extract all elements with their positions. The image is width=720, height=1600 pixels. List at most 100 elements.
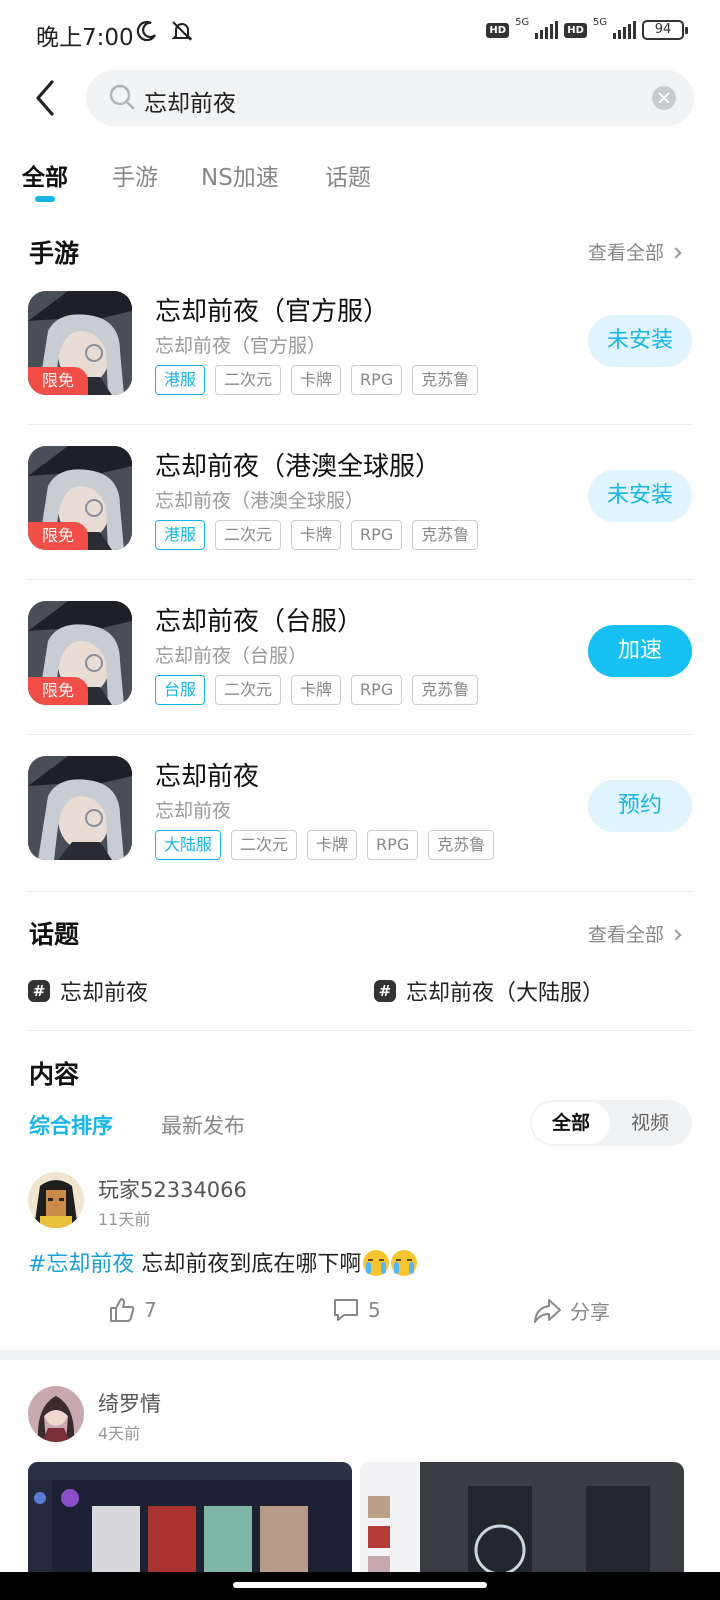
comment-count: 5	[368, 1298, 381, 1322]
divider	[28, 1030, 692, 1031]
game-item[interactable]: 限免 忘却前夜（台服） 忘却前夜（台服） 台服 二次元 卡牌 RPG 克苏鲁 加…	[28, 601, 692, 755]
topic-label: 忘却前夜（大陆服）	[406, 981, 605, 1006]
topics-view-all-link[interactable]: 查看全部	[588, 920, 682, 947]
free-badge: 限免	[28, 522, 88, 550]
crying-emoji-icon	[391, 1250, 418, 1276]
game-tags: 港服 二次元 卡牌 RPG 克苏鲁	[155, 365, 479, 395]
topic-item[interactable]: # 忘却前夜（大陆服）	[374, 975, 604, 1007]
game-tag: 二次元	[215, 675, 282, 705]
game-tag: 二次元	[215, 365, 282, 395]
divider	[28, 891, 692, 892]
active-tab-indicator	[35, 196, 55, 202]
not-installed-button[interactable]: 未安装	[588, 470, 692, 522]
tab-ns-accelerate[interactable]: NS加速	[201, 158, 279, 192]
game-subtitle: 忘却前夜（台服）	[155, 645, 308, 667]
content-section-title: 内容	[29, 1060, 80, 1089]
games-section-title: 手游	[29, 239, 80, 268]
tab-topics[interactable]: 话题	[325, 158, 371, 192]
chevron-right-icon	[670, 929, 682, 941]
game-tag: 港服	[155, 365, 206, 395]
divider	[28, 734, 692, 735]
like-count: 7	[144, 1298, 157, 1322]
home-gesture-handle[interactable]	[233, 1582, 487, 1588]
avatar[interactable]	[28, 1172, 84, 1228]
moon-icon	[136, 20, 158, 46]
post-body[interactable]: #忘却前夜 忘却前夜到底在哪下啊	[28, 1246, 418, 1278]
game-name: 忘却前夜（港澳全球服）	[155, 452, 442, 482]
game-icon	[28, 756, 132, 860]
topic-item[interactable]: # 忘却前夜	[28, 975, 148, 1007]
sort-comprehensive[interactable]: 综合排序	[29, 1110, 113, 1140]
game-tag: 大陆服	[155, 830, 222, 860]
search-input[interactable]: 忘却前夜	[86, 70, 694, 126]
post-text: 忘却前夜到底在哪下啊	[134, 1252, 362, 1277]
signal-icon	[613, 21, 636, 39]
status-indicators: HD 5G HD 5G 94	[486, 16, 688, 40]
game-tag: 克苏鲁	[412, 520, 479, 550]
network-type: 5G	[592, 16, 607, 28]
game-tag: RPG	[351, 520, 403, 550]
back-arrow-icon	[36, 80, 54, 116]
battery-icon: 94	[642, 20, 688, 40]
game-item[interactable]: 忘却前夜 忘却前夜 大陆服 二次元 卡牌 RPG 克苏鲁 预约	[28, 756, 692, 910]
comment-button[interactable]: 5	[332, 1296, 381, 1324]
game-tag: 克苏鲁	[412, 365, 479, 395]
tab-mobile-games[interactable]: 手游	[112, 158, 158, 192]
game-tag: RPG	[367, 830, 419, 860]
like-button[interactable]: 7	[108, 1296, 157, 1324]
game-icon: 限免	[28, 291, 132, 395]
thumbs-up-icon	[110, 1298, 135, 1322]
section-separator	[0, 1350, 720, 1360]
game-tag: 台服	[155, 675, 206, 705]
topic-label: 忘却前夜	[60, 981, 149, 1006]
game-subtitle: 忘却前夜（官方服）	[155, 335, 327, 357]
game-tag: 二次元	[215, 520, 282, 550]
result-tabs: 全部 手游 NS加速 话题	[0, 158, 720, 208]
game-tag: 卡牌	[291, 365, 342, 395]
post-username[interactable]: 绮罗情	[98, 1388, 161, 1418]
view-all-label: 查看全部	[587, 242, 664, 264]
post-username[interactable]: 玩家52334066	[98, 1174, 247, 1204]
topics-section-title: 话题	[29, 920, 80, 949]
share-button[interactable]: 分享	[532, 1296, 610, 1325]
share-icon	[534, 1298, 561, 1323]
back-button[interactable]	[30, 76, 70, 120]
content-filter-toggle: 全部 视频	[530, 1100, 692, 1146]
game-name: 忘却前夜	[155, 762, 260, 792]
game-tag: 港服	[155, 520, 206, 550]
sort-latest[interactable]: 最新发布	[161, 1110, 245, 1140]
post-hashtag[interactable]: #忘却前夜	[28, 1252, 134, 1277]
games-view-all-link[interactable]: 查看全部	[587, 238, 682, 265]
game-item[interactable]: 限免 忘却前夜（港澳全球服） 忘却前夜（港澳全球服） 港服 二次元 卡牌 RPG…	[28, 446, 692, 600]
game-tags: 台服 二次元 卡牌 RPG 克苏鲁	[155, 675, 479, 705]
filter-video[interactable]: 视频	[612, 1102, 688, 1144]
free-badge: 限免	[28, 677, 88, 705]
hd-icon: HD	[564, 22, 587, 38]
divider	[28, 424, 692, 425]
filter-all[interactable]: 全部	[532, 1102, 610, 1144]
game-subtitle: 忘却前夜（港澳全球服）	[155, 490, 365, 512]
signal-icon	[535, 21, 559, 39]
game-name: 忘却前夜（官方服）	[155, 297, 390, 327]
not-installed-button[interactable]: 未安装	[588, 315, 692, 367]
game-icon: 限免	[28, 601, 132, 705]
tab-all[interactable]: 全部	[22, 158, 68, 192]
search-query[interactable]: 忘却前夜	[144, 84, 236, 118]
status-bar: 晚上7:00 HD 5G HD 5G 94	[0, 0, 720, 66]
comment-icon	[334, 1299, 358, 1321]
accelerate-button[interactable]: 加速	[588, 625, 692, 677]
game-item[interactable]: 限免 忘却前夜（官方服） 忘却前夜（官方服） 港服 二次元 卡牌 RPG 克苏鲁…	[28, 291, 692, 445]
game-tag: RPG	[351, 365, 403, 395]
search-icon	[108, 83, 136, 115]
network-type: 5G	[515, 16, 530, 28]
hashtag-icon: #	[28, 980, 50, 1002]
clear-icon[interactable]	[652, 86, 676, 110]
game-icon: 限免	[28, 446, 132, 550]
post-actions: 7 5 分享	[0, 1296, 720, 1336]
game-tag: 卡牌	[291, 520, 342, 550]
reserve-button[interactable]: 预约	[588, 780, 692, 832]
status-time: 晚上7:00	[36, 25, 134, 51]
mute-bell-icon	[170, 19, 194, 47]
avatar[interactable]	[28, 1386, 84, 1442]
share-label: 分享	[570, 1300, 610, 1324]
